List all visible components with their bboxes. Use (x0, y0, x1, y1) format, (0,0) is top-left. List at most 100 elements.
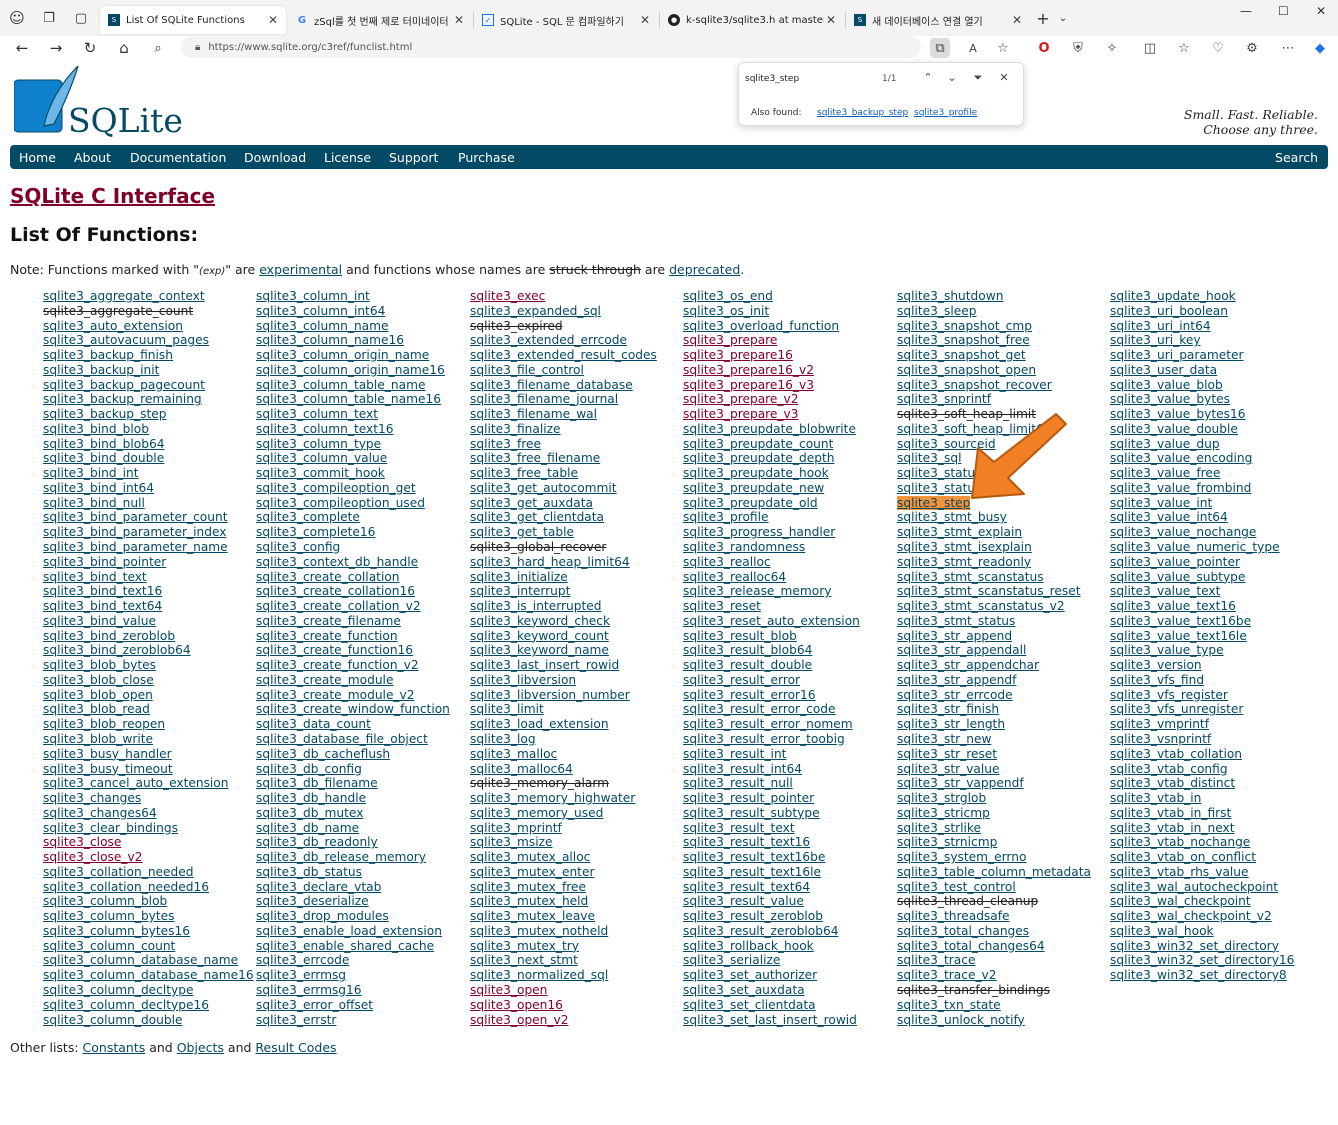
function-link[interactable]: sqlite3_mutex_free (470, 880, 682, 895)
function-link[interactable]: sqlite3_stmt_isexplain (897, 540, 1109, 555)
function-link[interactable]: sqlite3_snapshot_free (897, 333, 1109, 348)
function-link[interactable]: sqlite3_mprintf (470, 821, 682, 836)
menu-about[interactable]: About (74, 150, 111, 165)
function-link[interactable]: sqlite3_column_database_name (43, 953, 255, 968)
function-link[interactable]: sqlite3_str_appendf (897, 673, 1109, 688)
function-link[interactable]: sqlite3_last_insert_rowid (470, 658, 682, 673)
function-link[interactable]: sqlite3_config (256, 540, 468, 555)
back-icon[interactable]: ← (11, 38, 33, 58)
new-tab-icon[interactable]: + (1032, 8, 1054, 28)
page-heading[interactable]: SQLite C Interface (10, 184, 215, 208)
function-link[interactable]: sqlite3_blob_close (43, 673, 255, 688)
function-link[interactable]: sqlite3_create_collation_v2 (256, 599, 468, 614)
function-link[interactable]: sqlite3_file_control (470, 363, 682, 378)
function-link[interactable]: sqlite3_snprintf (897, 392, 1109, 407)
function-link[interactable]: sqlite3_column_double (43, 1013, 255, 1028)
result-codes-link[interactable]: Result Codes (255, 1040, 336, 1055)
function-link[interactable]: sqlite3_open (470, 983, 682, 998)
function-link[interactable]: sqlite3_keyword_count (470, 629, 682, 644)
function-link[interactable]: sqlite3_set_auxdata (683, 983, 895, 998)
function-link[interactable]: sqlite3_version (1110, 658, 1322, 673)
function-link[interactable]: sqlite3_extended_result_codes (470, 348, 682, 363)
search-icon[interactable]: ⌕ (147, 38, 169, 58)
function-link[interactable]: sqlite3_db_readonly (256, 835, 468, 850)
function-link[interactable]: sqlite3_result_text16le (683, 865, 895, 880)
menu-purchase[interactable]: Purchase (458, 150, 515, 165)
maximize-icon[interactable]: ☐ (1278, 4, 1289, 18)
function-link[interactable]: sqlite3_serialize (683, 953, 895, 968)
function-link[interactable]: sqlite3_wal_autocheckpoint (1110, 880, 1322, 895)
copilot-icon[interactable]: ◆ (1310, 38, 1330, 58)
find-input[interactable]: sqlite3_step (745, 74, 799, 84)
function-link[interactable]: sqlite3_backup_init (43, 363, 255, 378)
function-link[interactable]: sqlite3_free (470, 437, 682, 452)
deprecated-link[interactable]: deprecated (669, 262, 740, 277)
performance-icon[interactable]: ⚙ (1242, 38, 1262, 58)
function-link[interactable]: sqlite3_bind_zeroblob64 (43, 643, 255, 658)
function-link[interactable]: sqlite3_filename_wal (470, 407, 682, 422)
function-link[interactable]: sqlite3_filename_journal (470, 392, 682, 407)
function-link[interactable]: sqlite3_complete (256, 510, 468, 525)
function-link[interactable]: sqlite3_wal_checkpoint (1110, 894, 1322, 909)
function-link[interactable]: sqlite3_column_table_name (256, 378, 468, 393)
function-link[interactable]: sqlite3_error_offset (256, 998, 468, 1013)
function-link[interactable]: sqlite3_keyword_name (470, 643, 682, 658)
function-link[interactable]: sqlite3_test_control (897, 880, 1109, 895)
function-link[interactable]: sqlite3_data_count (256, 717, 468, 732)
function-link[interactable]: sqlite3_stmt_scanstatus_v2 (897, 599, 1109, 614)
function-link[interactable]: sqlite3_column_blob (43, 894, 255, 909)
function-link[interactable]: sqlite3_create_function (256, 629, 468, 644)
function-link[interactable]: sqlite3_column_text16 (256, 422, 468, 437)
function-link[interactable]: sqlite3_memory_alarm (470, 776, 682, 791)
function-link[interactable]: sqlite3_errmsg16 (256, 983, 468, 998)
function-link[interactable]: sqlite3_bind_text (43, 570, 255, 585)
menu-search[interactable]: Search (1275, 150, 1318, 165)
function-link[interactable]: sqlite3_result_error_toobig (683, 732, 895, 747)
function-link[interactable]: sqlite3_value_dup (1110, 437, 1322, 452)
function-link[interactable]: sqlite3_malloc (470, 747, 682, 762)
function-link[interactable]: sqlite3_bind_text16 (43, 584, 255, 599)
function-link[interactable]: sqlite3_wal_hook (1110, 924, 1322, 939)
function-link[interactable]: sqlite3_shutdown (897, 289, 1109, 304)
function-link[interactable]: sqlite3_value_pointer (1110, 555, 1322, 570)
function-link[interactable]: sqlite3_stmt_scanstatus_reset (897, 584, 1109, 599)
function-link[interactable]: sqlite3_mutex_enter (470, 865, 682, 880)
function-link[interactable]: sqlite3_expired (470, 319, 682, 334)
function-link[interactable]: sqlite3_value_bytes (1110, 392, 1322, 407)
function-link[interactable]: sqlite3_column_decltype (43, 983, 255, 998)
function-link[interactable]: sqlite3_strlike (897, 821, 1109, 836)
function-link[interactable]: sqlite3_autovacuum_pages (43, 333, 255, 348)
function-link[interactable]: sqlite3_reset (683, 599, 895, 614)
function-link[interactable]: sqlite3_column_int64 (256, 304, 468, 319)
function-link[interactable]: sqlite3_txn_state (897, 998, 1109, 1013)
function-link[interactable]: sqlite3_close_v2 (43, 850, 255, 865)
function-link[interactable]: sqlite3_prepare (683, 333, 895, 348)
function-link[interactable]: sqlite3_update_hook (1110, 289, 1322, 304)
refresh-icon[interactable]: ↻ (79, 38, 101, 58)
function-link[interactable]: sqlite3_blob_read (43, 702, 255, 717)
function-link[interactable]: sqlite3_changes (43, 791, 255, 806)
function-link[interactable]: sqlite3_result_error (683, 673, 895, 688)
function-link[interactable]: sqlite3_str_vappendf (897, 776, 1109, 791)
also-found-link[interactable]: sqlite3_backup_step (817, 108, 908, 118)
function-link[interactable]: sqlite3_blob_bytes (43, 658, 255, 673)
function-link[interactable]: sqlite3_value_type (1110, 643, 1322, 658)
menu-support[interactable]: Support (389, 150, 438, 165)
tab-new-db-connection[interactable]: S 새 데이터베이스 연결 열기 ✕ (846, 6, 1030, 34)
function-link[interactable]: sqlite3_str_new (897, 732, 1109, 747)
function-link[interactable]: sqlite3_bind_pointer (43, 555, 255, 570)
function-link[interactable]: sqlite3_value_text16le (1110, 629, 1322, 644)
function-link[interactable]: sqlite3_release_memory (683, 584, 895, 599)
function-link[interactable]: sqlite3_value_int (1110, 496, 1322, 511)
function-link[interactable]: sqlite3_backup_finish (43, 348, 255, 363)
function-link[interactable]: sqlite3_initialize (470, 570, 682, 585)
function-link[interactable]: sqlite3_user_data (1110, 363, 1322, 378)
function-link[interactable]: sqlite3_collation_needed16 (43, 880, 255, 895)
function-link[interactable]: sqlite3_column_bytes (43, 909, 255, 924)
function-link[interactable]: sqlite3_blob_write (43, 732, 255, 747)
function-link[interactable]: sqlite3_complete16 (256, 525, 468, 540)
function-link[interactable]: sqlite3_table_column_metadata (897, 865, 1109, 880)
function-link[interactable]: sqlite3_prepare16_v3 (683, 378, 895, 393)
function-link[interactable]: sqlite3_vfs_find (1110, 673, 1322, 688)
function-link[interactable]: sqlite3_stricmp (897, 806, 1109, 821)
